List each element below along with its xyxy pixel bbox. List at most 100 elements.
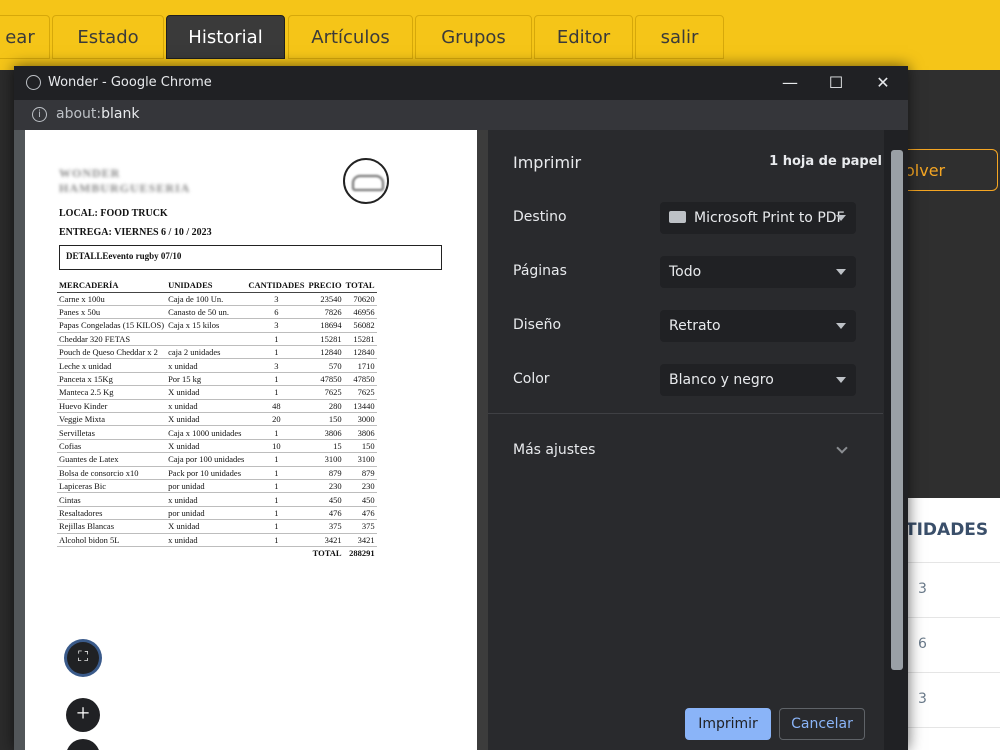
fit-to-page-button[interactable]: ⛶ [67,642,99,674]
sheet-count: 1 hoja de papel [769,154,882,169]
table-cell: 3421 [343,533,377,547]
table-cell: 280 [306,399,344,414]
table-cell: 3806 [306,425,344,440]
table-cell: 3000 [343,412,377,427]
print-title: Imprimir [513,153,582,172]
url-text: about:blank [56,106,139,122]
table-row: Papas Congeladas (15 KILOS) Caja x 15 kil… [57,318,377,333]
cancel-button[interactable]: Cancelar [779,708,865,740]
table-cell: x unidad [166,533,247,547]
table-cell: x unidad [166,399,247,414]
table-cell: 1 [246,345,307,360]
table-cell: Manteca 2.5 Kg [57,385,167,400]
chevron-down-icon[interactable] [836,442,848,454]
preview-scrollbar[interactable] [477,130,488,750]
table-cell: 3 [246,292,307,306]
nav-tab-editor[interactable]: Editor [534,15,633,59]
table-cell: Carne x 100u [57,292,167,306]
table-cell: 23540 [306,292,344,306]
paginas-label: Páginas [513,263,567,279]
table-cell: 230 [306,479,344,494]
close-button[interactable]: ✕ [871,73,895,93]
url-prefix: about: [56,106,102,122]
table-cell: 6 [918,636,927,652]
table-row: Cofias X unidad 10 15 150 [57,439,377,454]
title-bar: Wonder - Google Chrome — ☐ ✕ [14,66,908,100]
nav-tab-salir[interactable]: salir [635,15,724,59]
table-cell: 15 [306,439,344,454]
chrome-window: Wonder - Google Chrome — ☐ ✕ i about:bla… [14,66,908,750]
total-label: TOTAL [312,548,342,559]
maximize-button[interactable]: ☐ [824,73,848,93]
table-cell: Caja x 15 kilos [166,318,247,333]
table-cell: Huevo Kinder [57,399,167,414]
order-table-body: Carne x 100u Caja de 100 Un. 3 23540 70620 Pa… [57,292,377,547]
table-cell: 1 [246,492,307,507]
zoom-out-button[interactable]: − [66,739,100,750]
table-cell: 3 [918,581,927,597]
table-cell: Alcohol bidon 5L [57,533,167,547]
table-cell: 70620 [343,292,377,306]
table-cell: x unidad [166,492,247,507]
table-cell: por unidad [166,479,247,494]
table-cell: 1 [246,372,307,387]
table-cell: Cheddar 320 FETAS [57,332,167,347]
total-value: 288291 [349,548,375,559]
table-cell: 450 [343,492,377,507]
table-cell: 476 [343,506,377,521]
diseno-select[interactable]: Retrato [660,310,856,342]
brand-name: WONDER HAMBURGUESERIA [59,166,190,196]
table-cell: Veggie Mixta [57,412,167,427]
table-cell: 476 [306,506,344,521]
table-cell: 230 [343,479,377,494]
address-bar[interactable]: i about:blank [14,100,908,130]
table-cell: Resaltadores [57,506,167,521]
mas-ajustes-toggle[interactable]: Más ajustes [513,442,595,458]
brand-line: WONDER [59,166,121,180]
table-cell: Pouch de Queso Cheddar x 2 [57,345,167,360]
table-cell: Bolsa de consorcio x10 [57,466,167,480]
table-cell: 3 [246,358,307,373]
nav-tab-articulos[interactable]: Artículos [288,15,413,59]
table-cell: 15281 [343,332,377,347]
order-table: MERCADERÍA UNIDADES CANTIDADES PRECIO TO… [57,278,377,560]
color-label: Color [513,371,550,387]
table-divider [905,617,1000,618]
detalle-value: evento rugby 07/10 [108,251,182,261]
settings-scrollbar-thumb[interactable] [891,150,903,670]
info-icon[interactable]: i [32,107,47,122]
table-cell: Leche x unidad [57,358,167,373]
paginas-select[interactable]: Todo [660,256,856,288]
table-row: Bolsa de consorcio x10 Pack por 10 unidad… [57,466,377,480]
nav-tab-historial[interactable]: Historial [166,15,285,59]
table-cell: 375 [343,519,377,534]
diseno-label: Diseño [513,317,562,333]
table-cell: 47850 [306,372,344,387]
nav-tab-crear[interactable]: ear [0,15,50,59]
nav-tab-estado[interactable]: Estado [52,15,164,59]
table-cell: X unidad [166,439,247,454]
table-cell: 7625 [306,385,344,400]
color-select[interactable]: Blanco y negro [660,364,856,396]
table-cell: 1 [246,332,307,347]
table-row: Rejillas Blancas X unidad 1 375 375 [57,519,377,534]
zoom-in-button[interactable]: + [66,698,100,732]
table-cell: x unidad [166,358,247,373]
cantidades-column-header: TIDADES [905,520,989,540]
print-button[interactable]: Imprimir [685,708,771,740]
nav-tab-grupos[interactable]: Grupos [415,15,532,59]
table-cell: 10 [246,439,307,454]
table-cell: 879 [343,466,377,480]
total-row: TOTAL 288291 [57,546,377,559]
table-cell: 7826 [306,305,344,320]
preview-page: WONDER HAMBURGUESERIA LOCAL: FOOD TRUCK … [25,130,477,750]
table-cell: X unidad [166,412,247,427]
logo-image [343,158,389,204]
table-cell: 150 [343,439,377,454]
detalle-box: DETALLEevento rugby 07/10 [59,245,442,270]
minimize-button[interactable]: — [778,73,802,93]
destino-select[interactable]: Microsoft Print to PDF [660,202,856,234]
table-cell: 3 [246,318,307,333]
table-cell: 6 [246,305,307,320]
table-cell: X unidad [166,519,247,534]
